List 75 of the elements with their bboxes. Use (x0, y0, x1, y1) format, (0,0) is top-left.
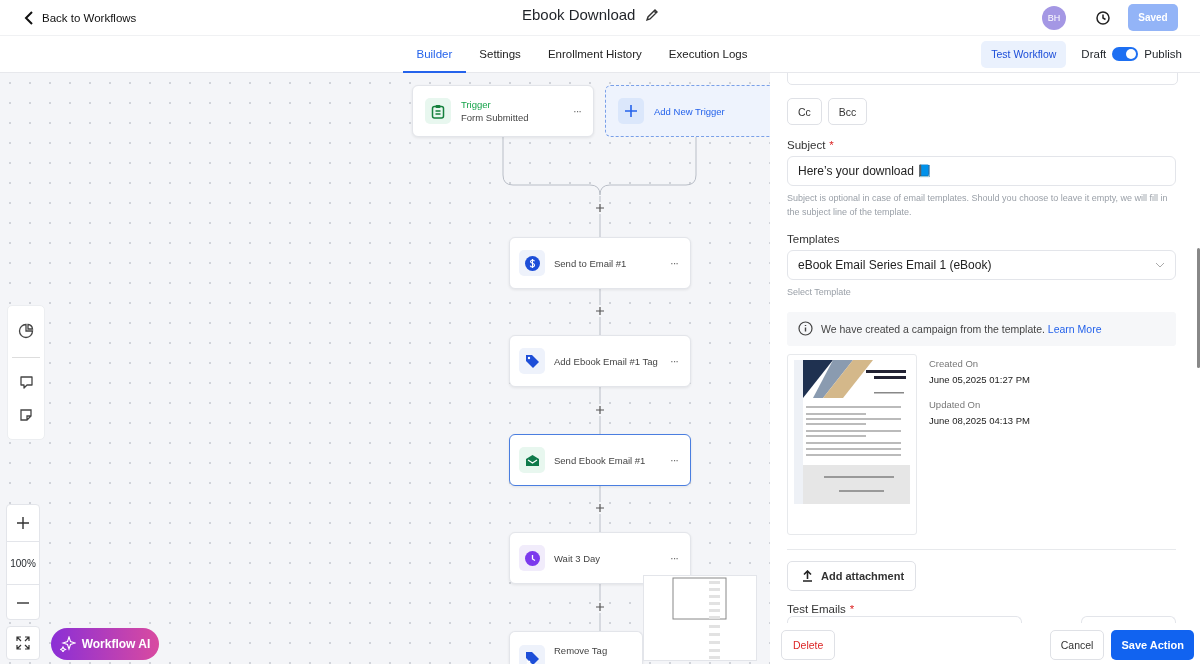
tab[interactable]: Enrollment History (534, 36, 656, 73)
sticky-note-icon[interactable] (19, 408, 33, 423)
node-label: Remove Tag (554, 645, 609, 656)
more-menu[interactable]: ··· (670, 355, 678, 367)
history-icon[interactable] (1095, 9, 1111, 26)
hint-text: Select Template (787, 286, 852, 299)
comment-icon[interactable] (18, 375, 34, 391)
test-emails-label: Test Emails (787, 602, 846, 615)
workflow-title: Ebook Download (522, 6, 636, 23)
meta-label: Created On (929, 357, 980, 369)
add-trigger-node[interactable]: Add New Trigger (605, 85, 770, 137)
cc-button[interactable]: Bcc (827, 98, 868, 125)
test-workflow-button[interactable]: Test Workflow (981, 40, 1067, 68)
trigger-subtitle: Form Submitted (461, 112, 530, 123)
template-preview[interactable] (787, 353, 917, 535)
meta-value: June 05,2025 01:27 PM (929, 373, 1030, 385)
fullscreen-button[interactable] (6, 626, 40, 660)
action-node[interactable]: Remove Tag (509, 631, 643, 664)
dollar-icon (524, 255, 540, 271)
tag-icon (524, 353, 540, 369)
more-menu[interactable]: ··· (670, 552, 678, 564)
tab[interactable]: Execution Logs (655, 36, 761, 73)
node-label: Send to Email #1 (554, 257, 628, 269)
subject-field[interactable]: Here’s your download 📘 (787, 156, 1176, 186)
pie-chart-icon[interactable] (18, 322, 34, 339)
action-node[interactable]: Send to Email #1 ··· (509, 237, 691, 289)
tab[interactable]: Settings (465, 36, 535, 73)
action-node[interactable]: Send Ebook Email #1 ··· (509, 434, 691, 486)
back-link[interactable]: Back to Workflows (24, 10, 137, 25)
test-email-field[interactable] (787, 615, 1022, 623)
info-text: We have created a campaign from the template. Learn More (821, 322, 1102, 335)
trigger-title: Trigger (461, 99, 492, 110)
cancel-button[interactable]: Cancel (1049, 629, 1105, 660)
delete-button[interactable]: Delete (781, 629, 836, 660)
zoom-level: 100% (7, 541, 39, 585)
draft-label: Draft (1081, 48, 1107, 60)
template-dropdown[interactable]: eBook Email Series Email 1 (eBook) (787, 250, 1176, 280)
trigger-node[interactable]: Trigger Form Submitted ··· (412, 85, 594, 137)
meta-label: Updated On (929, 398, 982, 410)
chevron-left-icon (24, 10, 34, 25)
action-node[interactable]: Wait 3 Day ··· (509, 532, 691, 584)
add-attachment-button[interactable]: Add attachment (787, 560, 917, 591)
node-label: Add Ebook Email #1 Tag (554, 355, 659, 367)
action-node[interactable]: Add Ebook Email #1 Tag ··· (509, 335, 691, 387)
more-menu[interactable]: ··· (670, 257, 678, 269)
save-action-button[interactable]: Save Action (1111, 629, 1194, 660)
sparkle-icon (59, 636, 76, 652)
scrollbar[interactable] (1197, 248, 1200, 368)
cc-button[interactable]: Cc (787, 98, 822, 125)
required-mark: * (829, 139, 834, 151)
workflow-ai-button[interactable]: Workflow AI (51, 628, 159, 660)
node-label: Wait 3 Day (554, 552, 602, 564)
node-label: Send Ebook Email #1 (554, 454, 647, 466)
learn-more-link[interactable]: Learn More (1047, 322, 1102, 335)
templates-label: Templates (787, 233, 840, 245)
clipboard-icon (431, 103, 445, 119)
required-mark: * (849, 602, 855, 615)
expand-icon (16, 636, 30, 650)
more-menu[interactable]: ··· (573, 105, 581, 117)
more-menu[interactable]: ··· (670, 454, 678, 466)
pencil-icon[interactable] (645, 7, 660, 22)
tag-icon (524, 650, 540, 664)
help-text: Subject is optional in case of email templates. Should you choose to leave it empty, we will fill in the subject line of the template. (787, 192, 1169, 219)
publish-toggle[interactable] (1112, 47, 1139, 61)
envelope-icon (524, 453, 540, 467)
chevron-down-icon (1155, 262, 1165, 268)
subject-label: Subject (787, 139, 826, 151)
plus-icon (17, 517, 29, 529)
publish-label: Publish (1144, 48, 1182, 60)
meta-value: June 08,2025 04:13 PM (929, 414, 1030, 426)
plus-icon (625, 105, 637, 117)
info-icon (798, 321, 813, 336)
add-trigger-label: Add New Trigger (654, 105, 725, 117)
upload-icon (802, 569, 813, 582)
clock-icon (524, 550, 540, 566)
